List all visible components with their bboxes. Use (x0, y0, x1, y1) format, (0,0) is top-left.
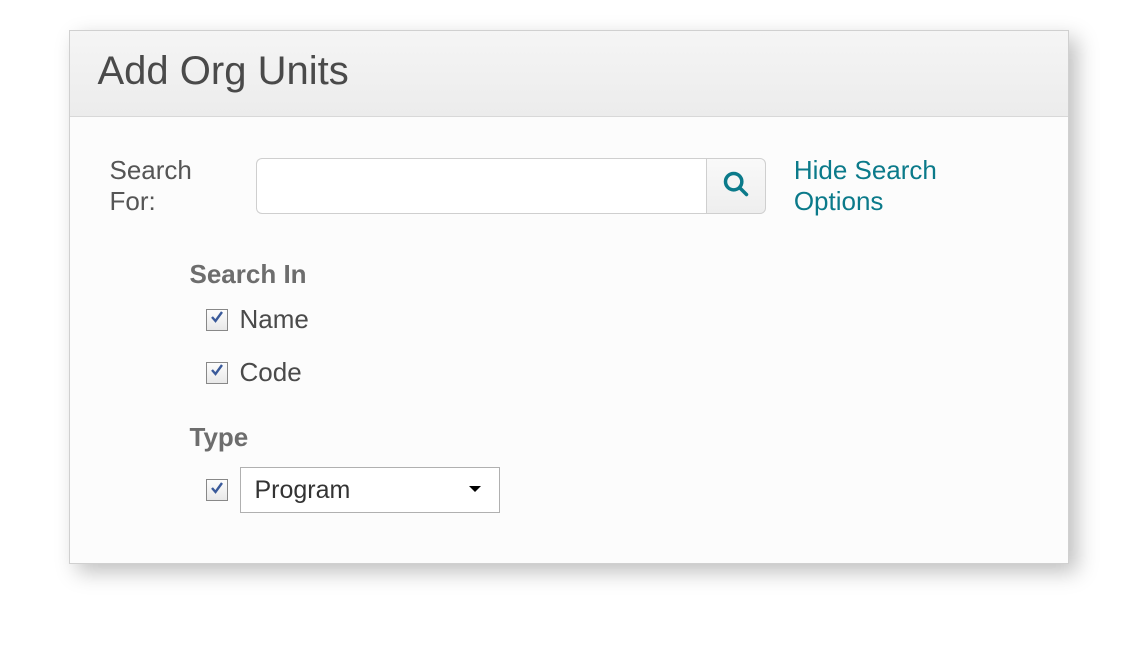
type-select[interactable]: Program (240, 467, 500, 513)
dialog-header: Add Org Units (70, 31, 1068, 117)
name-checkbox-label: Name (240, 304, 309, 335)
type-checkbox[interactable] (206, 479, 228, 501)
type-select-value: Program (255, 476, 351, 505)
search-button[interactable] (706, 158, 766, 214)
code-checkbox-label: Code (240, 357, 302, 388)
search-row: Search For: Hide Search Options (110, 155, 1028, 217)
code-checkbox[interactable] (206, 362, 228, 384)
search-icon (722, 170, 750, 203)
type-heading: Type (190, 422, 1028, 453)
search-in-heading: Search In (190, 259, 1028, 290)
check-icon (209, 309, 225, 330)
search-in-name-row: Name (206, 304, 1028, 335)
search-options-block: Search In Name Code Type (190, 259, 1028, 513)
dialog-body: Search For: Hide Search Options Search I… (70, 117, 1068, 563)
add-org-units-dialog: Add Org Units Search For: Hide Search Op… (69, 30, 1069, 564)
type-row: Program (206, 467, 1028, 513)
search-input-group (256, 158, 766, 214)
hide-search-options-link[interactable]: Hide Search Options (794, 155, 1028, 217)
type-block: Type Program (190, 422, 1028, 513)
dialog-title: Add Org Units (98, 49, 1040, 94)
search-for-label: Search For: (110, 155, 242, 217)
check-icon (209, 480, 225, 501)
chevron-down-icon (467, 481, 483, 499)
search-in-code-row: Code (206, 357, 1028, 388)
search-input[interactable] (256, 158, 706, 214)
check-icon (209, 362, 225, 383)
name-checkbox[interactable] (206, 309, 228, 331)
